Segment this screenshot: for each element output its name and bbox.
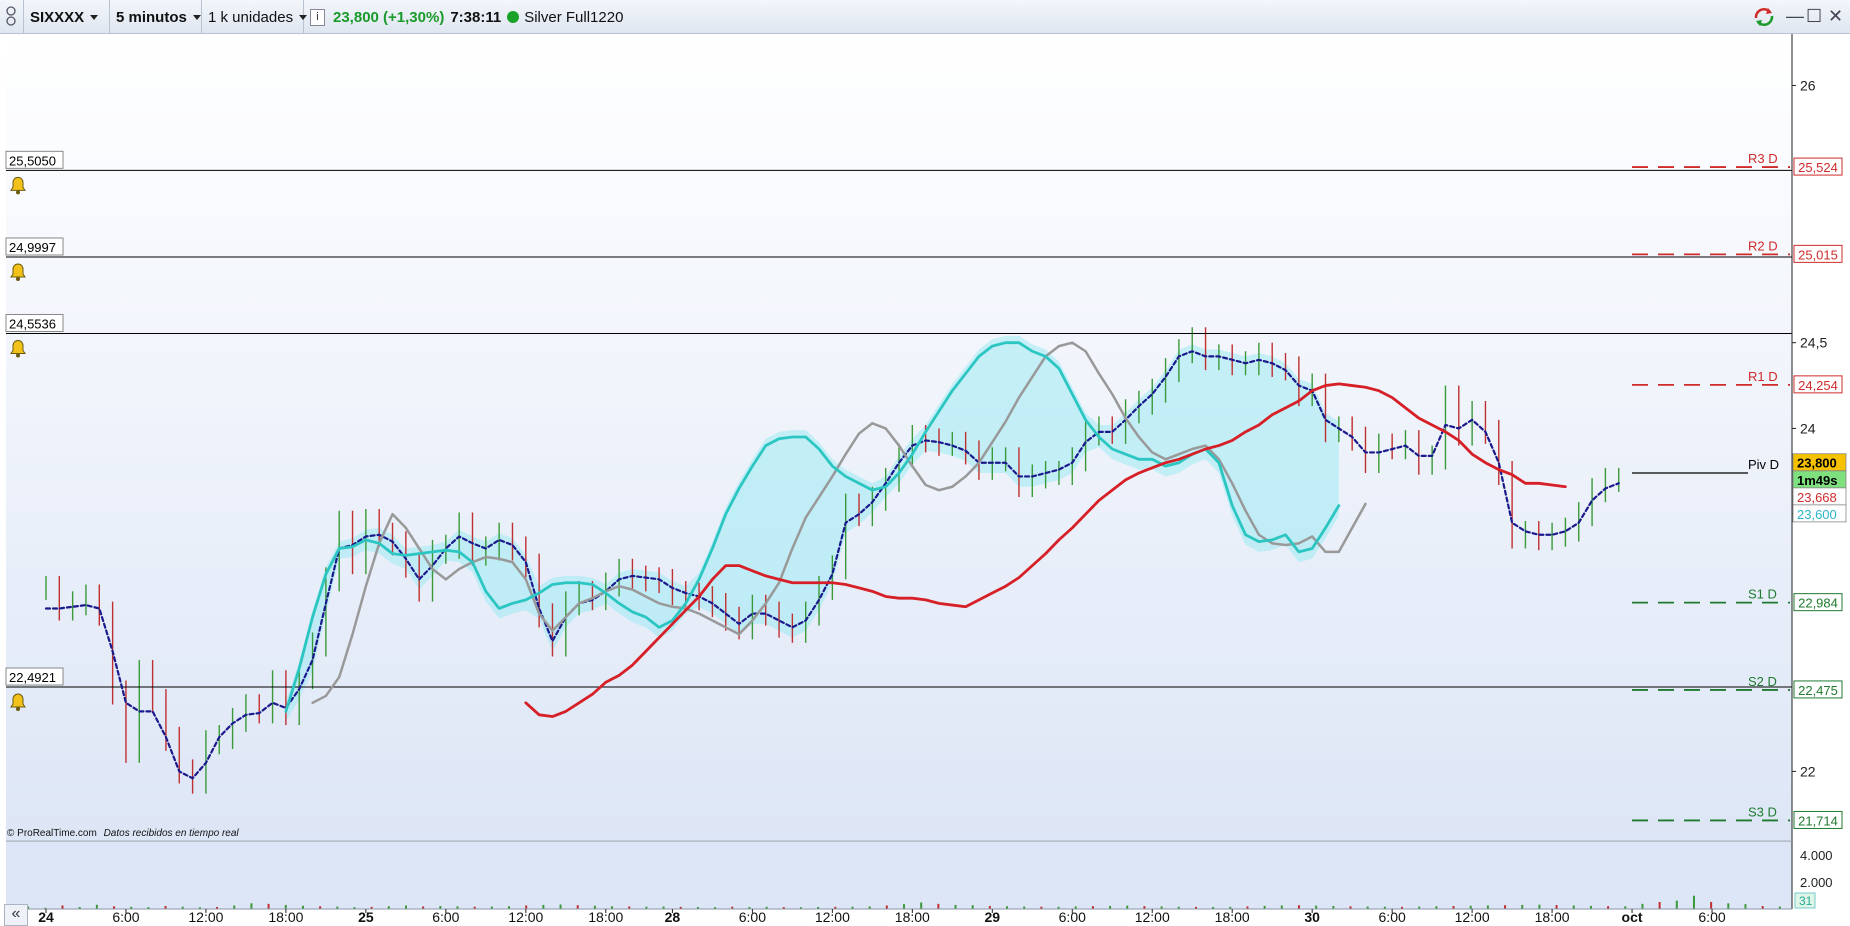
x-tick-label: 29	[985, 909, 1001, 925]
last-price-change: 23,800 (+1,30%)	[333, 8, 445, 26]
pivot-name: S2 D	[1748, 674, 1777, 689]
x-tick-label: 12:00	[1455, 909, 1490, 925]
x-tick-label: 28	[665, 909, 681, 925]
volume-background	[6, 841, 1792, 909]
copyright-text: © ProRealTime.com	[7, 828, 97, 839]
toolbar-grip-icon[interactable]	[0, 0, 24, 34]
alert-label: 22,4921	[9, 670, 56, 685]
account-label: Silver Full1220	[524, 8, 624, 26]
pivot-name: S1 D	[1748, 587, 1777, 602]
info-icon[interactable]: i	[310, 8, 325, 26]
chart-area[interactable]: 25,5050 24,9997 24,5536 22,4921 R3 D 25,524 R…	[0, 34, 1850, 926]
chevron-down-icon	[90, 14, 99, 20]
alert-label: 25,5050	[9, 153, 56, 168]
timeframe-selector[interactable]: 5 minutos	[110, 0, 202, 34]
y-tick-label: 26	[1800, 77, 1816, 93]
x-tick-label: 6:00	[432, 909, 459, 925]
x-tick-label: 18:00	[1215, 909, 1250, 925]
pivot-value: 25,524	[1798, 160, 1838, 175]
price-info: i 23,800 (+1,30%) 7:38:11 Silver Full122…	[304, 0, 634, 34]
scroll-left-icon: «	[11, 905, 21, 922]
y-tick-label: 24	[1800, 420, 1816, 436]
instrument-label: SIXXXX	[30, 8, 85, 26]
chevron-down-icon	[192, 14, 201, 20]
x-tick-label: 18:00	[895, 909, 930, 925]
x-tick-label: 6:00	[739, 909, 766, 925]
pivot-value: 21,714	[1798, 813, 1838, 828]
x-tick-label: 6:00	[1059, 909, 1086, 925]
volume-last-value: 31	[1799, 894, 1813, 908]
bell-clapper	[16, 190, 20, 195]
scroll-back-button[interactable]: «	[4, 904, 28, 926]
price-badge-label: 1m49s	[1797, 473, 1837, 488]
pivot-value: 25,015	[1798, 247, 1838, 262]
volume-tick-label: 2.000	[1800, 875, 1833, 890]
price-badge-label: 23,800	[1797, 456, 1837, 471]
clock-time: 7:38:11	[450, 8, 502, 26]
price-badge-label: 23,668	[1797, 490, 1837, 505]
maximize-button[interactable]: ☐	[1806, 6, 1822, 27]
pivot-name: S3 D	[1748, 804, 1777, 819]
sync-icon[interactable]	[1752, 6, 1776, 28]
x-tick-label: 18:00	[1535, 909, 1570, 925]
pivot-name: R2 D	[1748, 238, 1778, 253]
price-badge-label: 23,600	[1797, 507, 1837, 522]
x-tick-label: 6:00	[112, 909, 139, 925]
close-button[interactable]: ✕	[1828, 6, 1843, 27]
pivot-value: 22,475	[1798, 683, 1838, 698]
alert-label: 24,9997	[9, 240, 56, 255]
units-label: 1 k unidades	[208, 8, 294, 26]
x-tick-label: 6:00	[1379, 909, 1406, 925]
bell-clapper	[16, 276, 20, 281]
y-tick-label: 24,5	[1800, 335, 1827, 351]
chart-toolbar: SIXXXX 5 minutos 1 k unidades i 23,800 (…	[0, 0, 1850, 34]
x-tick-label: oct	[1622, 909, 1643, 925]
x-tick-label: 12:00	[815, 909, 850, 925]
volume-tick-label: 4.000	[1800, 848, 1833, 863]
x-tick-label: 12:00	[1135, 909, 1170, 925]
footer-credit: © ProRealTime.com Datos recibidos en tie…	[7, 828, 239, 839]
instrument-selector[interactable]: SIXXXX	[24, 0, 110, 34]
x-tick-label: 30	[1304, 909, 1320, 925]
pivot-name: Piv D	[1748, 457, 1779, 472]
units-selector[interactable]: 1 k unidades	[202, 0, 308, 34]
pivot-name: R3 D	[1748, 151, 1778, 166]
x-tick-label: 12:00	[508, 909, 543, 925]
realtime-note: Datos recibidos en tiempo real	[103, 828, 239, 839]
x-tick-label: 12:00	[188, 909, 223, 925]
pivot-value: 22,984	[1798, 596, 1838, 611]
minimize-button[interactable]: —	[1786, 6, 1804, 27]
y-tick-label: 22	[1800, 763, 1816, 779]
plot-background	[6, 34, 1792, 840]
timeframe-label: 5 minutos	[116, 8, 187, 26]
x-tick-label: 6:00	[1698, 909, 1725, 925]
alert-label: 24,5536	[9, 316, 56, 331]
x-tick-label: 25	[358, 909, 374, 925]
x-tick-label: 24	[38, 909, 54, 925]
x-tick-label: 18:00	[268, 909, 303, 925]
pivot-value: 24,254	[1798, 378, 1838, 393]
pivot-name: R1 D	[1748, 369, 1778, 384]
x-tick-label: 18:00	[588, 909, 623, 925]
bell-clapper	[16, 707, 20, 712]
bell-clapper	[16, 353, 20, 358]
connection-status-icon	[507, 11, 520, 23]
price-chart[interactable]: 25,5050 24,9997 24,5536 22,4921 R3 D 25,524 R…	[0, 34, 1850, 926]
